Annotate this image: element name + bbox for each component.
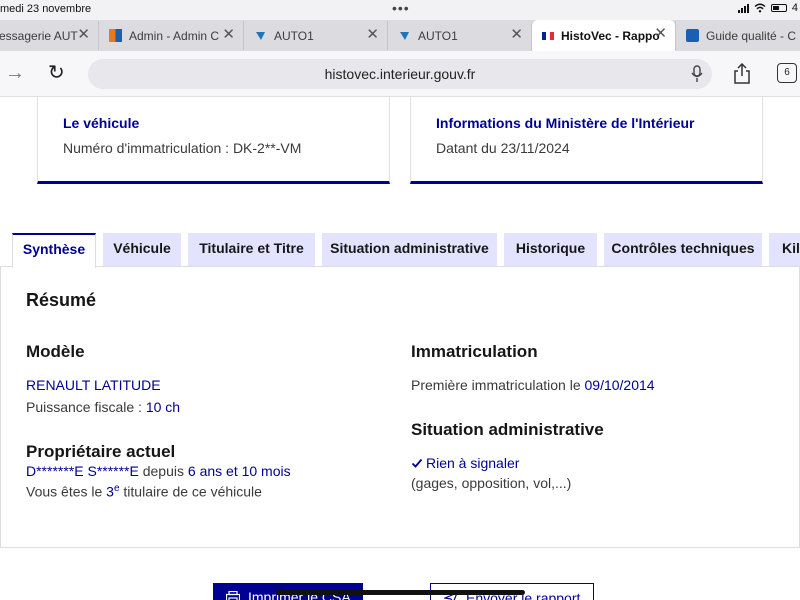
browser-tab-admin[interactable]: Admin - Admin C ✕: [98, 21, 243, 50]
admin-situation-heading: Situation administrative: [411, 420, 604, 439]
close-icon[interactable]: ✕: [510, 27, 523, 42]
battery-text: 4: [791, 2, 798, 14]
browser-tab-auto1-a[interactable]: AUTO1 ✕: [243, 21, 387, 50]
browser-tab-histovec[interactable]: HistoVec - Rappo ✕: [531, 20, 675, 51]
model-heading: Modèle: [26, 342, 85, 361]
summary-panel: Résumé Modèle RENAULT LATITUDE Puissance…: [0, 266, 800, 548]
close-icon[interactable]: ✕: [222, 27, 235, 42]
checkmark-icon: [411, 458, 423, 468]
url-field[interactable]: histovec.interieur.gouv.fr: [88, 59, 712, 89]
reload-icon[interactable]: ↻: [48, 63, 65, 83]
vehicle-card: Le véhicule Numéro d'immatriculation : D…: [37, 97, 390, 184]
tab-controles-techniques[interactable]: Contrôles techniques: [604, 233, 762, 266]
french-flag-icon: [542, 31, 554, 40]
share-icon[interactable]: [733, 63, 751, 85]
address-bar: → ↻ histovec.interieur.gouv.fr 6: [0, 51, 800, 97]
ministry-card: Informations du Ministère de l'Intérieur…: [410, 97, 763, 184]
status-bar: medi 23 novembre ••• 4: [0, 0, 800, 20]
ministry-date: Datant du 23/11/2024: [436, 140, 570, 156]
tabs-overview-button[interactable]: 6: [777, 63, 797, 83]
close-icon[interactable]: ✕: [654, 26, 667, 41]
first-registration-label: Première immatriculation le: [411, 377, 585, 393]
battery-icon: [770, 4, 787, 12]
printer-icon: [226, 591, 240, 600]
browser-tab-label: Guide qualité - C: [706, 28, 797, 43]
signal-icon: [737, 3, 749, 13]
owner-rank-number: 3: [106, 483, 114, 500]
admin-icon: [109, 29, 122, 42]
close-icon[interactable]: ✕: [366, 27, 379, 42]
first-registration: Première immatriculation le 09/10/2014: [411, 377, 655, 393]
report-tabs: Synthèse Véhicule Titulaire et Titre Sit…: [0, 233, 800, 268]
admin-status-text: Rien à signaler: [426, 455, 520, 471]
fiscal-power-value: 10 ch: [145, 399, 181, 415]
fiscal-power-label: Puissance fiscale :: [26, 399, 146, 415]
home-indicator[interactable]: [275, 590, 525, 595]
doc-icon: [686, 29, 699, 42]
registration-heading: Immatriculation: [411, 342, 538, 361]
auto1-icon: [256, 32, 265, 40]
owner-heading: Propriétaire actuel: [26, 442, 176, 461]
tab-synthese[interactable]: Synthèse: [12, 233, 96, 268]
tab-situation-administrative[interactable]: Situation administrative: [322, 233, 497, 266]
browser-tab-bar: essagerie AUT ✕ Admin - Admin C ✕ AUTO1 …: [0, 20, 800, 51]
auto1-icon: [400, 32, 409, 40]
first-registration-date: 09/10/2014: [584, 377, 655, 393]
tab-historique[interactable]: Historique: [504, 233, 597, 266]
summary-heading: Résumé: [26, 290, 97, 310]
owner-rank-prefix: Vous êtes le: [26, 483, 107, 500]
tab-count-text: 6: [784, 67, 790, 78]
model-name: RENAULT LATITUDE: [26, 377, 161, 393]
page-content: Le véhicule Numéro d'immatriculation : D…: [0, 97, 800, 600]
browser-tab-guide[interactable]: Guide qualité - C: [675, 21, 800, 50]
close-icon[interactable]: ✕: [77, 27, 90, 42]
multitasking-dots[interactable]: •••: [392, 0, 410, 16]
tab-vehicule[interactable]: Véhicule: [103, 233, 181, 266]
vehicle-card-title: Le véhicule: [63, 115, 140, 131]
browser-tab-auto1-b[interactable]: AUTO1 ✕: [387, 21, 531, 50]
registration-number: Numéro d'immatriculation : DK-2**-VM: [63, 140, 302, 156]
browser-tab-messagerie[interactable]: essagerie AUT ✕: [0, 21, 98, 50]
ministry-card-title: Informations du Ministère de l'Intérieur: [436, 115, 695, 131]
url-text: histovec.interieur.gouv.fr: [324, 66, 476, 82]
admin-status-details: (gages, opposition, vol,...): [411, 475, 572, 491]
forward-icon[interactable]: →: [5, 63, 25, 83]
tab-titulaire[interactable]: Titulaire et Titre: [188, 233, 315, 266]
owner-since-value: 6 ans et 10 mois: [187, 463, 291, 479]
microphone-icon[interactable]: [690, 65, 704, 83]
status-indicators: 4: [737, 2, 798, 14]
wifi-icon: [754, 3, 766, 13]
admin-status: Rien à signaler: [411, 455, 519, 471]
owner-line: D*******E S******E depuis 6 ans et 10 mo…: [26, 463, 291, 479]
status-date: medi 23 novembre: [0, 3, 92, 15]
owner-name: D*******E S******E: [26, 463, 139, 479]
tab-kilometrage[interactable]: Kilo: [769, 233, 800, 266]
owner-rank-rest: titulaire de ce véhicule: [119, 483, 262, 500]
owner-rank: Vous êtes le 3e titulaire de ce véhicule: [26, 483, 262, 500]
owner-since-label: depuis: [138, 463, 188, 479]
fiscal-power: Puissance fiscale : 10 ch: [26, 399, 180, 415]
